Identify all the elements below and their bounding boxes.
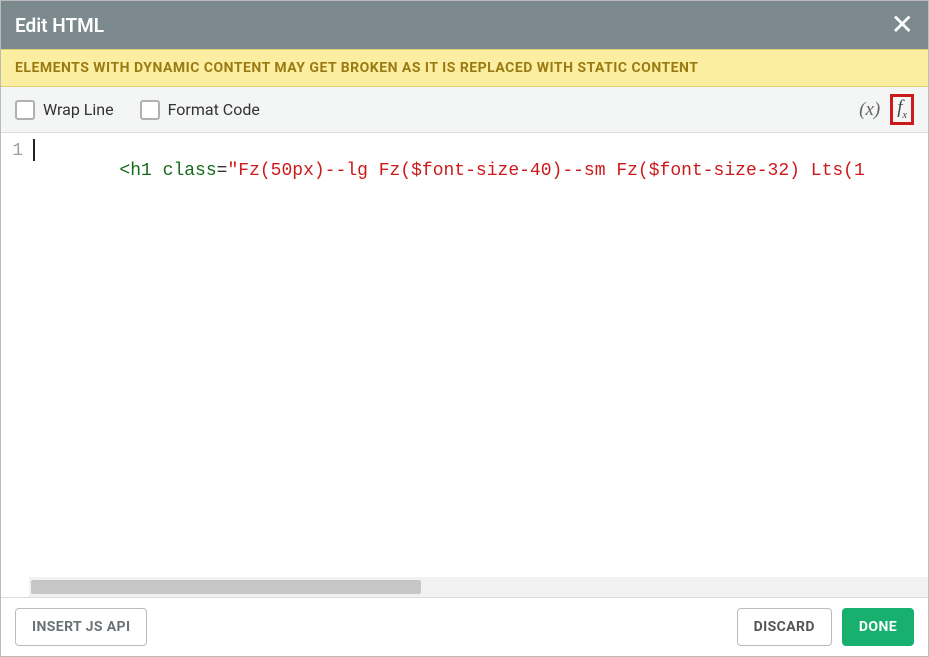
modal-footer: INSERT JS API DISCARD DONE [1, 598, 928, 656]
code-block: 1 <h1 class="Fz(50px)--lg Fz($font-size-… [1, 133, 928, 597]
insert-js-api-button[interactable]: INSERT JS API [15, 608, 147, 646]
done-button[interactable]: DONE [842, 608, 914, 646]
variable-icon[interactable]: (x) [855, 97, 884, 123]
code-content[interactable]: <h1 class="Fz(50px)--lg Fz($font-size-40… [29, 133, 928, 597]
editor-toolbar: Wrap Line Format Code (x) fx [1, 87, 928, 133]
line-number: 1 [1, 141, 23, 161]
fx-icon: fx [897, 97, 907, 121]
fx-button[interactable]: fx [890, 94, 914, 126]
checkbox-box-icon [15, 100, 35, 120]
text-caret [33, 139, 35, 161]
edit-html-modal: Edit HTML ✕ ELEMENTS WITH DYNAMIC CONTEN… [0, 0, 929, 657]
code-line: <h1 class="Fz(50px)--lg Fz($font-size-40… [119, 161, 864, 181]
close-icon[interactable]: ✕ [891, 11, 914, 39]
footer-right: DISCARD DONE [737, 608, 914, 646]
wrap-line-label: Wrap Line [43, 100, 114, 119]
warning-banner: ELEMENTS WITH DYNAMIC CONTENT MAY GET BR… [1, 49, 928, 87]
titlebar: Edit HTML ✕ [1, 1, 928, 49]
format-code-checkbox[interactable]: Format Code [140, 100, 260, 120]
format-code-label: Format Code [168, 100, 260, 119]
toolbar-left: Wrap Line Format Code [15, 100, 278, 120]
wrap-line-checkbox[interactable]: Wrap Line [15, 100, 114, 120]
scrollbar-thumb[interactable] [31, 580, 421, 594]
toolbar-right: (x) fx [855, 94, 914, 126]
checkbox-box-icon [140, 100, 160, 120]
editor-area[interactable]: 1 <h1 class="Fz(50px)--lg Fz($font-size-… [1, 133, 928, 598]
discard-button[interactable]: DISCARD [737, 608, 832, 646]
modal-title: Edit HTML [15, 14, 104, 37]
horizontal-scrollbar[interactable] [29, 577, 928, 597]
line-gutter: 1 [1, 133, 29, 597]
